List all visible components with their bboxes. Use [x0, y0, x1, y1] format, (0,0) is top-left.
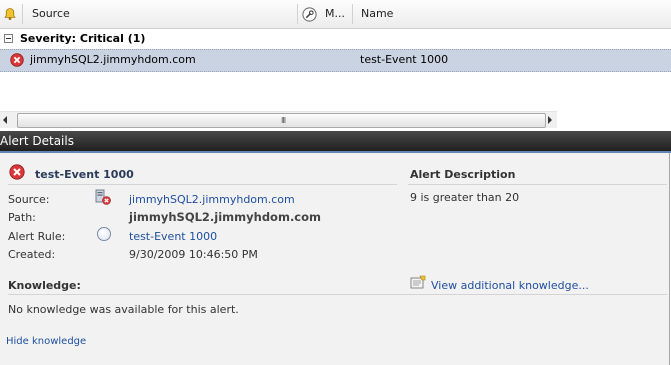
column-separator[interactable] [22, 4, 23, 24]
row-name: test-Event 1000 [360, 53, 449, 66]
divider [408, 184, 667, 185]
rule-icon [97, 227, 111, 241]
wrench-icon[interactable] [302, 7, 317, 22]
details-pane-title: Alert Details [0, 131, 671, 153]
horizontal-scrollbar[interactable]: III [0, 111, 557, 128]
knowledge-heading: Knowledge: [8, 279, 81, 292]
grid-header: Source M... Name [0, 0, 671, 29]
group-row-critical[interactable]: Severity: Critical (1) [0, 29, 671, 48]
alert-title: test-Event 1000 [35, 168, 134, 181]
source-link[interactable]: jimmyhSQL2.jimmyhdom.com [129, 193, 295, 206]
critical-icon [9, 164, 25, 180]
alert-rule-label: Alert Rule: [8, 230, 66, 243]
path-value: jimmyhSQL2.jimmyhdom.com [129, 210, 322, 224]
created-value: 9/30/2009 10:46:50 PM [129, 248, 258, 261]
column-header-source[interactable]: Source [32, 0, 70, 28]
critical-icon [10, 53, 24, 67]
view-additional-knowledge-link[interactable]: View additional knowledge... [431, 279, 589, 292]
path-label: Path: [8, 211, 36, 224]
divider [8, 294, 667, 295]
column-separator[interactable] [352, 4, 353, 24]
scroll-right-arrow-icon[interactable] [548, 116, 552, 124]
divider [8, 184, 397, 185]
scroll-left-arrow-icon[interactable] [3, 116, 7, 124]
details-pane-title-text: Alert Details [0, 134, 74, 148]
scrollbar-grip: III [281, 116, 286, 125]
hide-knowledge-link[interactable]: Hide knowledge [6, 336, 86, 347]
row-source: jimmyhSQL2.jimmyhdom.com [30, 53, 196, 66]
group-label: Severity: Critical (1) [20, 32, 146, 45]
alert-description-heading: Alert Description [410, 168, 516, 181]
knowledge-book-icon[interactable] [410, 275, 426, 289]
column-header-name[interactable]: Name [361, 0, 393, 28]
computer-critical-icon [95, 189, 111, 205]
table-row[interactable]: jimmyhSQL2.jimmyhdom.com test-Event 1000 [0, 49, 671, 72]
alert-description-text: 9 is greater than 20 [410, 191, 520, 204]
alert-details-panel: test-Event 1000 Source: jimmyhSQL2.jimmy… [0, 153, 670, 365]
alert-rule-link[interactable]: test-Event 1000 [129, 230, 217, 243]
scrollbar-thumb[interactable]: III [17, 113, 546, 128]
column-separator[interactable] [297, 4, 298, 24]
bell-icon[interactable] [3, 7, 17, 21]
no-knowledge-text: No knowledge was available for this aler… [8, 303, 239, 316]
collapse-toggle-icon[interactable] [4, 34, 13, 43]
source-label: Source: [8, 193, 50, 206]
created-label: Created: [8, 248, 56, 261]
column-header-m[interactable]: M... [325, 0, 345, 28]
